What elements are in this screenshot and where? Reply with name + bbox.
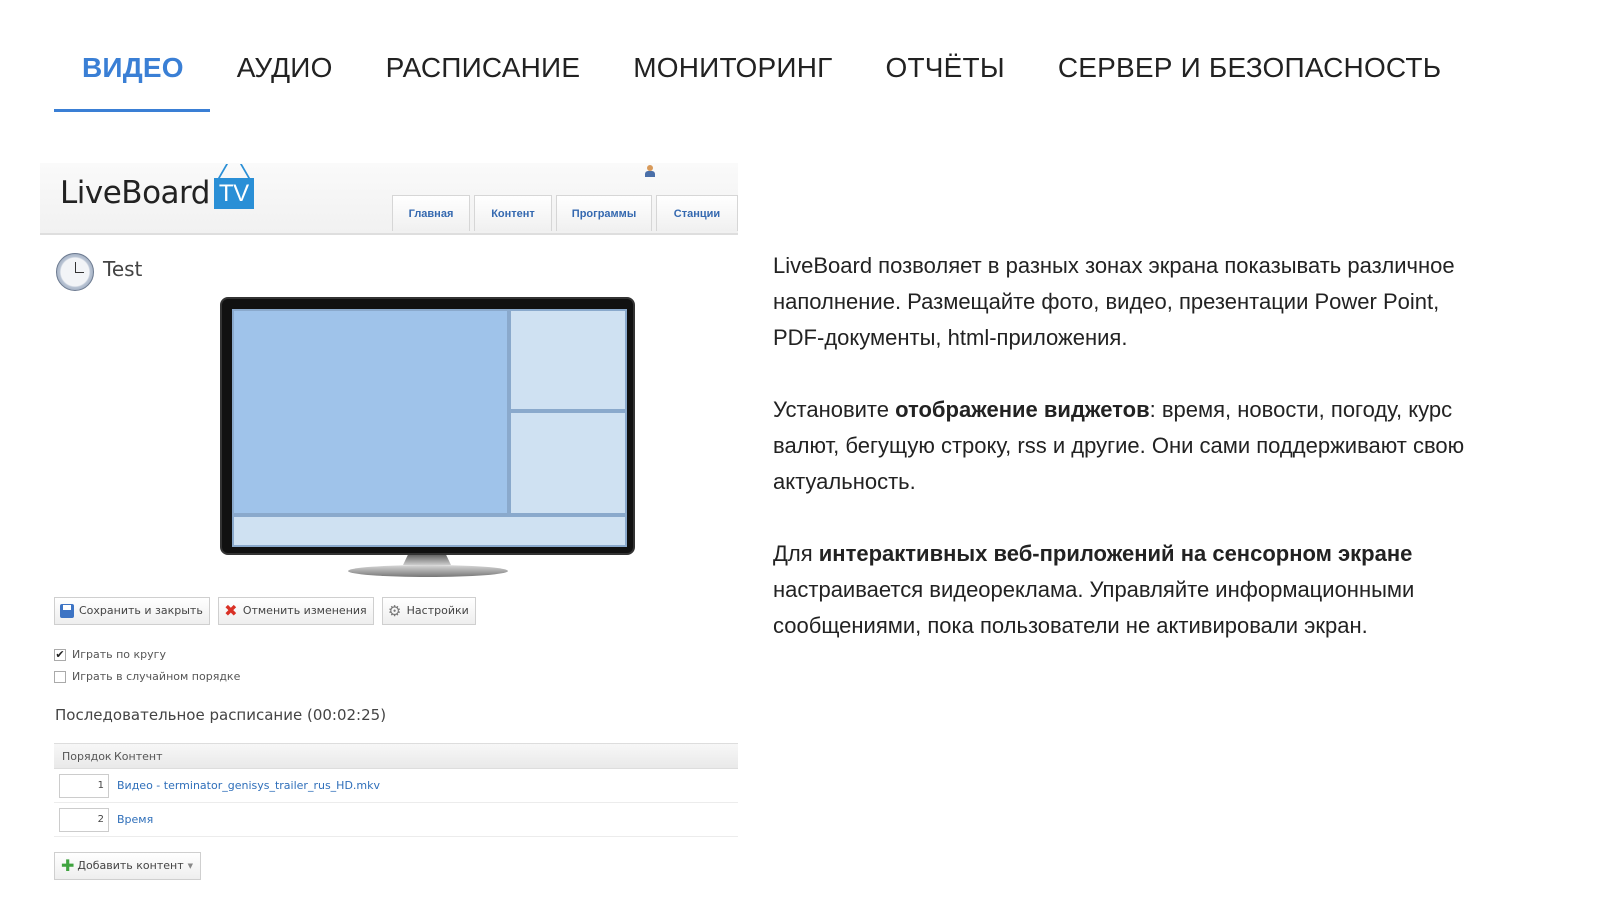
zone-right-top[interactable] (509, 309, 627, 411)
logo-tv-badge: TV (213, 178, 254, 209)
editor-toolbar: Сохранить и закрыть ✖ Отменить изменения… (54, 597, 484, 625)
nav-home[interactable]: Главная (392, 195, 470, 231)
clock-icon (56, 253, 94, 291)
plus-icon: ✚ (61, 856, 75, 875)
zone-right-bottom[interactable] (509, 411, 627, 515)
cancel-label: Отменить изменения (242, 604, 367, 617)
emphasis-text: интерактивных веб-приложений на сенсорно… (818, 541, 1413, 566)
liveboard-logo[interactable]: LiveBoard TV (60, 175, 254, 211)
monitor-stand-neck (403, 555, 451, 565)
description-paragraph-3: Для интерактивных веб-приложений на сенс… (773, 536, 1473, 644)
column-order: Порядок (62, 749, 112, 763)
shuffle-playback-option[interactable]: Играть в случайном порядке (54, 670, 240, 683)
text-span: Установите (773, 397, 896, 422)
tab-monitoring[interactable]: МОНИТОРИНГ (633, 44, 832, 112)
app-nav: Главная Контент Программы Станции (388, 195, 738, 231)
tab-reports[interactable]: ОТЧЁТЫ (886, 44, 1005, 112)
schedule-title: Последовательное расписание (00:02:25) (55, 706, 387, 724)
zone-bottom-ticker[interactable] (232, 515, 627, 547)
tab-schedule[interactable]: РАСПИСАНИЕ (386, 44, 581, 112)
save-label: Сохранить и закрыть (79, 604, 203, 617)
tab-video[interactable]: ВИДЕО (54, 44, 210, 112)
loop-playback-option[interactable]: ✔ Играть по кругу (54, 648, 166, 661)
tab-server-security[interactable]: СЕРВЕР И БЕЗОПАСНОСТЬ (1058, 44, 1441, 112)
column-content: Контент (114, 749, 163, 763)
floppy-disk-icon (60, 604, 74, 618)
gear-icon: ⚙ (387, 602, 402, 620)
monitor-preview (220, 297, 635, 555)
settings-button[interactable]: ⚙ Настройки (381, 597, 476, 625)
section-tabs: ВИДЕО АУДИО РАСПИСАНИЕ МОНИТОРИНГ ОТЧЁТЫ… (54, 44, 1494, 112)
logo-text: LiveBoard (60, 175, 210, 211)
order-input[interactable]: 1 (59, 773, 109, 798)
emphasis-text: отображение виджетов (895, 397, 1150, 422)
description-paragraph-1: LiveBoard позволяет в разных зонах экран… (773, 253, 1455, 350)
loop-checkbox[interactable]: ✔ (54, 648, 66, 661)
order-input[interactable]: 2 (59, 807, 109, 832)
table-row: 1 Видео - terminator_genisys_trailer_rus… (54, 769, 738, 803)
program-title: Test (103, 257, 143, 281)
user-icon[interactable] (644, 165, 656, 177)
table-row: 2 Время (54, 803, 738, 837)
text-span: настраивается видеореклама. Управляйте и… (773, 577, 1415, 638)
screen-layout (232, 309, 627, 547)
nav-stations[interactable]: Станции (656, 195, 738, 231)
add-content-label: Добавить контент (77, 859, 184, 872)
settings-label: Настройки (406, 604, 469, 617)
table-header: Порядок Контент (54, 743, 738, 769)
feature-description: LiveBoard позволяет в разных зонах экран… (773, 248, 1473, 680)
app-screenshot-panel: LiveBoard TV Главная Контент Программы Ст… (40, 163, 738, 905)
content-link[interactable]: Видео - terminator_genisys_trailer_rus_H… (117, 779, 380, 792)
save-and-close-button[interactable]: Сохранить и закрыть (54, 597, 210, 625)
cancel-changes-button[interactable]: ✖ Отменить изменения (217, 597, 374, 625)
zone-main[interactable] (232, 309, 509, 515)
close-icon: ✖ (224, 601, 238, 620)
content-link[interactable]: Время (117, 813, 153, 826)
nav-content[interactable]: Контент (474, 195, 552, 231)
shuffle-label: Играть в случайном порядке (72, 670, 241, 683)
app-header: LiveBoard TV Главная Контент Программы Ст… (40, 163, 738, 235)
schedule-table: Порядок Контент 1 Видео - terminator_gen… (54, 743, 738, 837)
nav-programs[interactable]: Программы (556, 195, 652, 231)
shuffle-checkbox[interactable] (54, 670, 66, 683)
monitor-stand-base (348, 565, 508, 577)
text-span: Для (773, 541, 819, 566)
add-content-button[interactable]: ✚ Добавить контент ▼ (54, 852, 202, 880)
loop-label: Играть по кругу (72, 648, 166, 661)
tab-audio[interactable]: АУДИО (237, 44, 333, 112)
description-paragraph-2: Установите отображение виджетов: время, … (773, 392, 1473, 500)
chevron-down-icon: ▼ (187, 862, 194, 870)
